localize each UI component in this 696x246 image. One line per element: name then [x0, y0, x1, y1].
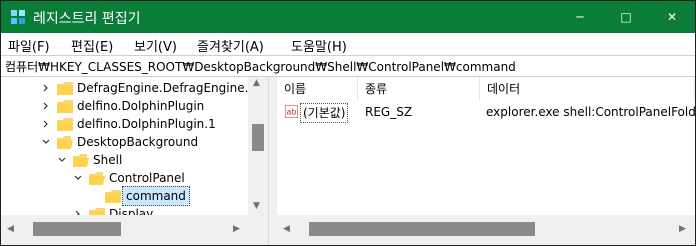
column-header-data[interactable]: 데이터 — [480, 77, 695, 101]
column-header-name[interactable]: 이름 — [277, 77, 358, 101]
minimize-button[interactable]: ─ — [557, 1, 603, 33]
menu-file[interactable]: 파일(F) — [8, 36, 50, 55]
folder-icon — [57, 118, 73, 131]
chevron-down-icon[interactable] — [57, 151, 67, 169]
tree-item[interactable]: Shell — [1, 151, 248, 169]
maximize-button[interactable]: □ — [603, 1, 649, 33]
maximize-icon: □ — [620, 10, 632, 24]
svg-text:ab: ab — [287, 108, 297, 117]
scroll-up-icon[interactable]: ▲ — [253, 78, 260, 88]
chevron-right-icon[interactable] — [41, 97, 51, 115]
chevron-down-icon[interactable] — [73, 169, 83, 187]
value-row[interactable]: ab (기본값) REG_SZ explorer.exe shell:Contr… — [277, 103, 695, 123]
list-horizontal-scroll-thumb[interactable] — [309, 222, 535, 236]
value-data: explorer.exe shell:ControlPanelFolder — [486, 105, 695, 119]
menu-view[interactable]: 보기(V) — [134, 36, 177, 55]
scroll-down-icon[interactable]: ▼ — [253, 201, 260, 211]
minimize-icon: ─ — [576, 10, 584, 24]
tree-item-label: delfino.DolphinPlugin — [77, 99, 205, 113]
scroll-left-icon[interactable]: ◀ — [283, 224, 290, 234]
tree-item[interactable]: delfino.DolphinPlugin.1 — [1, 115, 248, 133]
address-bar[interactable]: 컴퓨터₩HKEY_CLASSES_ROOT₩DesktopBackground₩… — [1, 55, 695, 77]
tree-item[interactable]: DefragEngine.DefragEngine.1 — [1, 79, 256, 97]
scroll-left-icon[interactable]: ◀ — [7, 224, 14, 234]
chevron-down-icon[interactable] — [41, 133, 51, 151]
menu-favorites[interactable]: 즐겨찾기(A) — [197, 36, 264, 55]
address-path[interactable]: 컴퓨터₩HKEY_CLASSES_ROOT₩DesktopBackground₩… — [5, 58, 516, 75]
close-icon: ✕ — [666, 10, 678, 24]
tree-item-label: command — [122, 186, 190, 206]
tree-item-label: Shell — [93, 153, 123, 167]
column-header-type[interactable]: 종류 — [358, 77, 480, 101]
menu-edit[interactable]: 편집(E) — [71, 36, 113, 55]
tree-horizontal-scroll-thumb[interactable] — [33, 222, 121, 236]
chevron-right-icon[interactable] — [41, 115, 51, 133]
tree-item[interactable]: delfino.DolphinPlugin — [1, 97, 248, 115]
folder-open-icon — [57, 136, 73, 149]
close-button[interactable]: ✕ — [649, 1, 695, 33]
folder-icon — [57, 82, 73, 95]
tree-item[interactable]: DesktopBackground — [1, 133, 248, 151]
tree-item-label: DefragEngine.DefragEngine.1 — [77, 81, 257, 95]
tree-item-selected[interactable]: command — [1, 186, 248, 206]
tree-item[interactable]: ControlPanel — [1, 169, 248, 187]
folder-icon — [105, 190, 121, 203]
scroll-right-icon[interactable]: ▶ — [233, 224, 240, 234]
folder-open-icon — [89, 172, 105, 185]
folder-icon — [57, 100, 73, 113]
string-value-icon: ab — [285, 105, 298, 118]
tree-item-label: DesktopBackground — [77, 135, 199, 149]
chevron-right-icon[interactable] — [41, 79, 51, 97]
value-type: REG_SZ — [365, 105, 413, 119]
menu-bar: 파일(F) 편집(E) 보기(V) 즐겨찾기(A) 도움말(H) — [1, 33, 695, 55]
registry-editor-icon — [11, 10, 25, 24]
menu-help[interactable]: 도움말(H) — [291, 36, 347, 55]
title-bar[interactable]: 레지스트리 편집기 ─ □ ✕ — [1, 1, 695, 33]
tree-item-label: ControlPanel — [109, 171, 185, 185]
scroll-right-icon[interactable]: ▶ — [679, 224, 686, 234]
window-title: 레지스트리 편집기 — [33, 11, 141, 27]
folder-open-icon — [73, 154, 89, 167]
tree-vertical-scroll-thumb[interactable] — [252, 124, 264, 151]
tree-item-label: delfino.DolphinPlugin.1 — [77, 117, 216, 131]
registry-editor-window: 레지스트리 편집기 ─ □ ✕ 파일(F) 편집(E) 보기(V) 즐겨찾기(A… — [0, 0, 696, 246]
value-name: (기본값) — [300, 103, 349, 123]
